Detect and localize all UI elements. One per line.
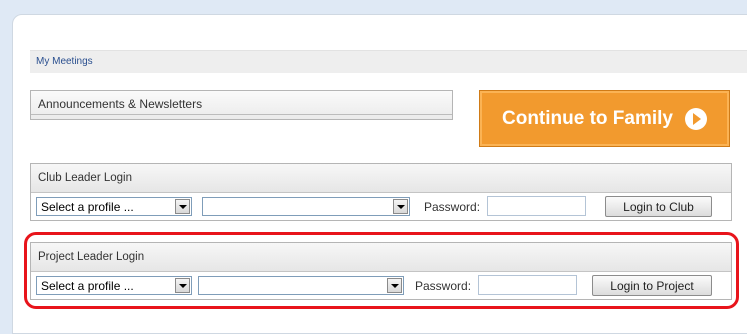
project-leader-login-panel: Project Leader Login Select a profile ..… bbox=[30, 242, 732, 300]
club-leader-login-panel: Club Leader Login Select a profile ... P… bbox=[30, 163, 732, 221]
club-profile-select-value: Select a profile ... bbox=[41, 200, 134, 214]
meetings-bar: My Meetings bbox=[30, 50, 747, 73]
club-password-label: Password: bbox=[424, 200, 481, 214]
chevron-down-icon[interactable] bbox=[387, 278, 402, 293]
club-login-title: Club Leader Login bbox=[38, 172, 132, 184]
chevron-down-icon[interactable] bbox=[175, 278, 190, 293]
club-login-header: Club Leader Login bbox=[31, 164, 731, 193]
project-login-title: Project Leader Login bbox=[38, 251, 145, 263]
project-password-label: Password: bbox=[415, 279, 472, 293]
club-password-input[interactable] bbox=[487, 196, 586, 216]
play-circle-icon bbox=[685, 107, 707, 130]
my-meetings-link[interactable]: My Meetings bbox=[36, 56, 93, 67]
announcements-label: Announcements & Newsletters bbox=[38, 97, 203, 111]
continue-to-family-button[interactable]: Continue to Family bbox=[479, 90, 730, 147]
chevron-down-icon[interactable] bbox=[393, 199, 408, 214]
project-login-header: Project Leader Login bbox=[31, 243, 731, 272]
project-profile-select[interactable]: Select a profile ... bbox=[36, 276, 192, 295]
announcements-panel[interactable]: Announcements & Newsletters bbox=[30, 90, 453, 120]
club-secondary-select[interactable] bbox=[202, 197, 410, 216]
continue-button-label: Continue to Family bbox=[502, 107, 673, 129]
chevron-down-icon[interactable] bbox=[175, 199, 190, 214]
project-password-input[interactable] bbox=[478, 275, 577, 295]
project-profile-select-value: Select a profile ... bbox=[41, 279, 134, 293]
login-to-project-button[interactable]: Login to Project bbox=[592, 275, 712, 296]
project-secondary-select[interactable] bbox=[198, 276, 404, 295]
login-to-club-button[interactable]: Login to Club bbox=[605, 196, 712, 217]
club-profile-select[interactable]: Select a profile ... bbox=[36, 197, 192, 216]
